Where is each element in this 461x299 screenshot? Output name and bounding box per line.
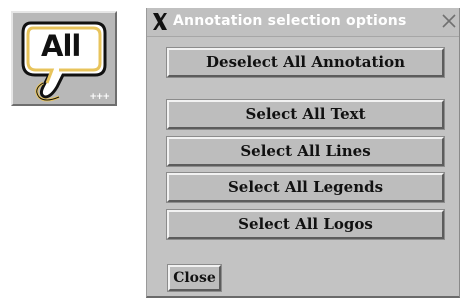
- select-all-logos-button[interactable]: Select All Logos: [166, 209, 445, 240]
- select-all-lines-button[interactable]: Select All Lines: [166, 136, 445, 167]
- deselect-all-annotation-button[interactable]: Deselect All Annotation: [166, 47, 445, 78]
- icon-badge: +++: [89, 92, 110, 102]
- close-x-icon[interactable]: [441, 13, 457, 29]
- select-all-legends-button[interactable]: Select All Legends: [166, 172, 445, 203]
- annotation-selection-dialog: Annotation selection options Deselect Al…: [146, 8, 460, 298]
- select-all-annotation-icon-button[interactable]: All +++: [11, 11, 117, 106]
- dialog-titlebar[interactable]: Annotation selection options: [147, 8, 459, 37]
- icon-all-label: All: [41, 29, 81, 63]
- select-all-text-button[interactable]: Select All Text: [166, 99, 445, 130]
- screen: All +++ Annotation selection options Des…: [0, 0, 461, 299]
- dialog-title: Annotation selection options: [173, 13, 407, 29]
- x-logo-icon[interactable]: [151, 11, 169, 32]
- close-button[interactable]: Close: [167, 264, 222, 292]
